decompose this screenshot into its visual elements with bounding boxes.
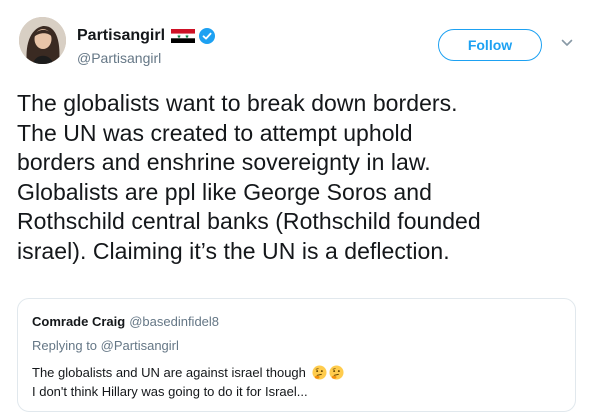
syria-flag-icon xyxy=(171,29,196,43)
replying-to-line: Replying to @Partisangirl xyxy=(32,338,179,353)
chevron-down-icon[interactable] xyxy=(560,36,574,50)
verified-badge-icon xyxy=(199,28,216,44)
quoted-tweet-header: Comrade Craig @basedinfidel8 xyxy=(32,314,219,329)
follow-button[interactable]: Follow xyxy=(438,29,542,61)
author-name-row: Partisangirl xyxy=(77,26,216,46)
quoted-tweet-line-1-text: The globalists and UN are against israel… xyxy=(32,365,306,380)
tweet-text: The globalists want to break down border… xyxy=(17,90,481,264)
author-display-name[interactable]: Partisangirl xyxy=(77,27,165,45)
quoted-author-name: Comrade Craig xyxy=(32,314,126,329)
replying-to-handle: @Partisangirl xyxy=(100,338,179,353)
quoted-tweet-text: The globalists and UN are against israel… xyxy=(32,363,562,401)
quoted-tweet-line-1: The globalists and UN are against israel… xyxy=(32,363,562,382)
replying-to-prefix: Replying to xyxy=(32,338,98,353)
thinking-face-icon xyxy=(311,365,327,380)
quoted-tweet-line-2: I don't think Hillary was going to do it… xyxy=(32,384,308,399)
author-handle[interactable]: @Partisangirl xyxy=(77,50,161,66)
quoted-author-handle: @basedinfidel8 xyxy=(129,314,220,329)
quoted-tweet[interactable]: Comrade Craig @basedinfidel8 Replying to… xyxy=(17,298,576,412)
thinking-face-icon xyxy=(328,365,344,380)
avatar-image xyxy=(19,17,66,64)
avatar[interactable] xyxy=(19,17,66,64)
